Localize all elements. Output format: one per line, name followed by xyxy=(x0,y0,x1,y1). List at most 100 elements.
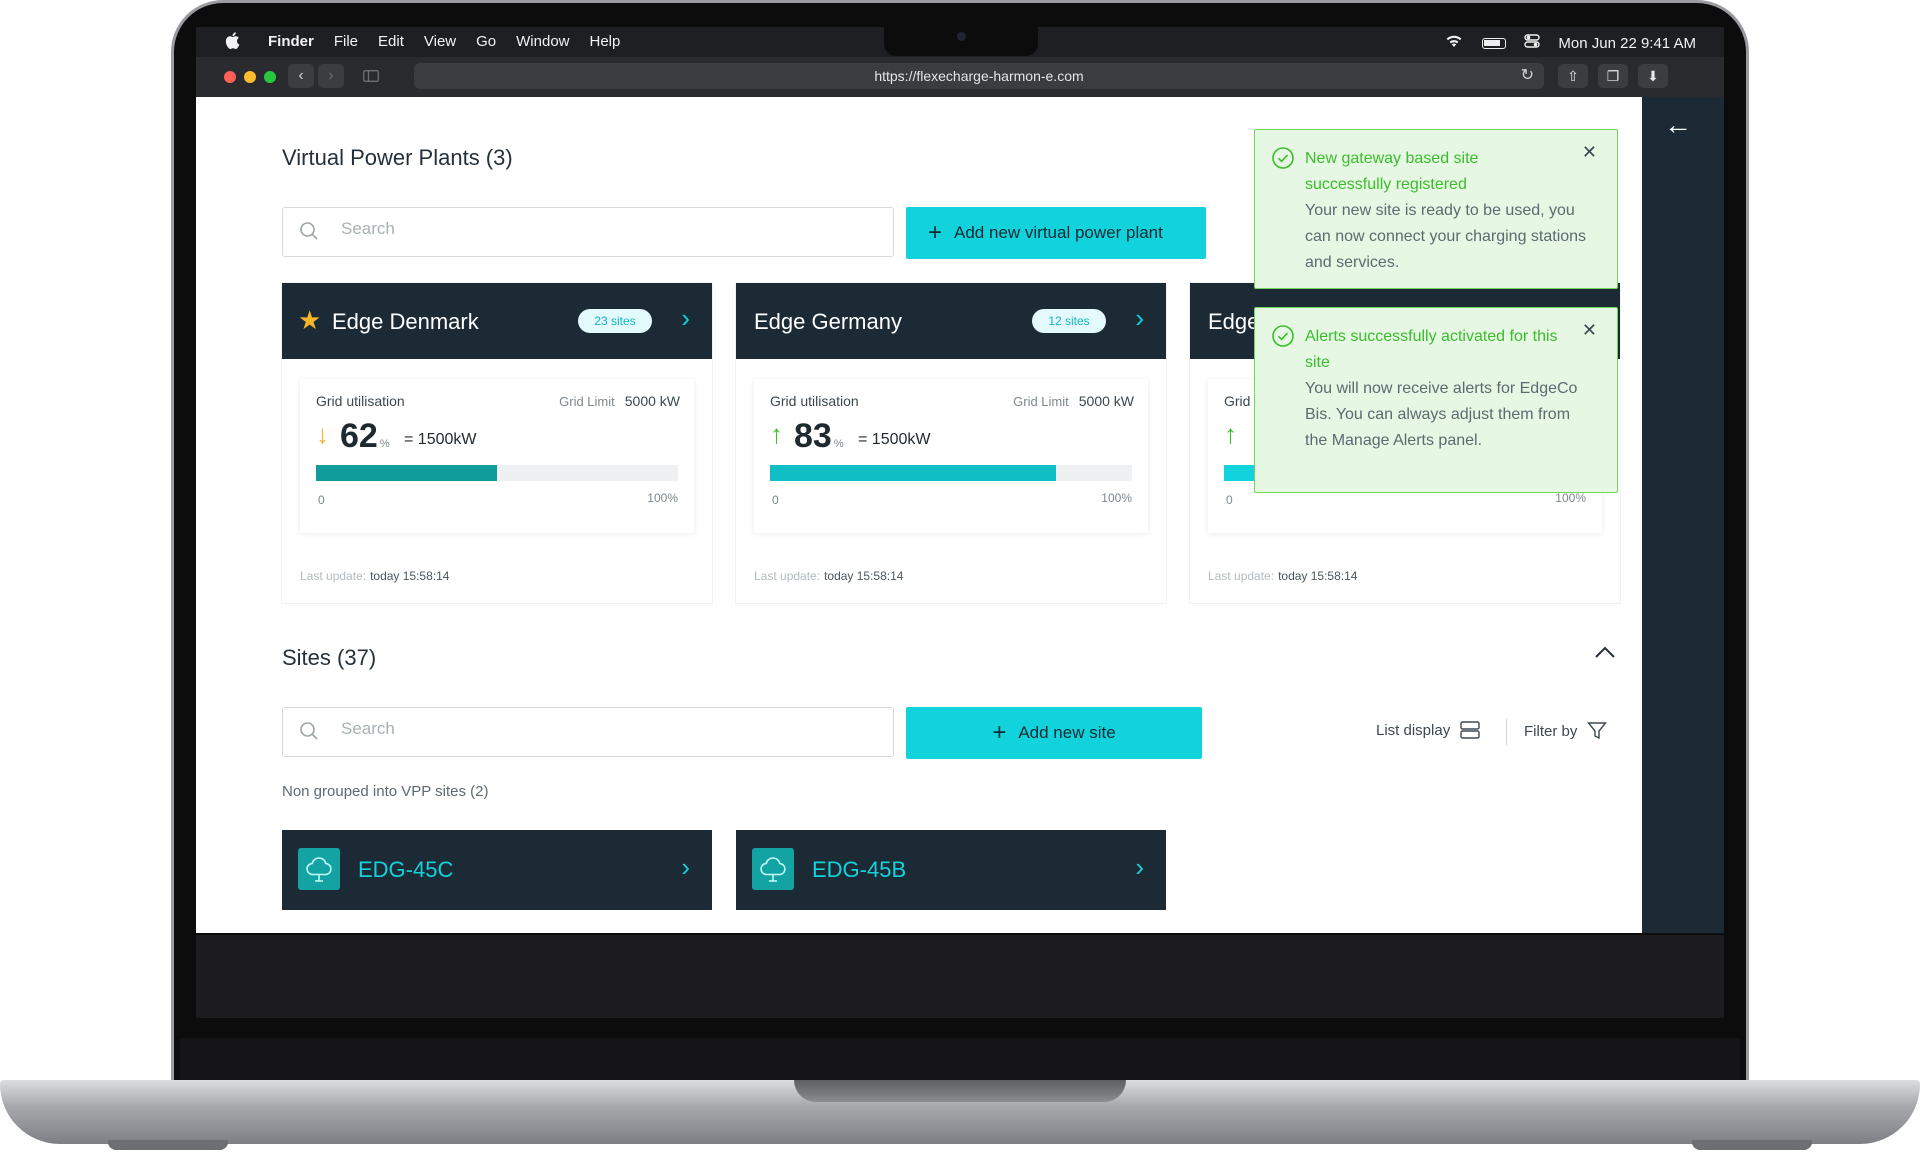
share-icon[interactable]: ⇧ xyxy=(1558,64,1588,88)
vpp-search-input[interactable] xyxy=(339,218,779,240)
filter-label: Filter by xyxy=(1524,722,1578,740)
arrow-down-icon: ↓ xyxy=(316,419,329,449)
laptop-foot xyxy=(108,1140,228,1150)
grid-limit-value: 5000 kW xyxy=(624,393,680,409)
grid-utilisation-label: Grid xyxy=(1224,393,1251,409)
toast-message: Your new site is ready to be used, you c… xyxy=(1305,202,1587,271)
download-icon[interactable]: ⬇ xyxy=(1638,64,1668,88)
laptop-hinge xyxy=(180,1038,1740,1082)
vpp-section-title: Virtual Power Plants (3) xyxy=(282,145,513,170)
sites-search[interactable] xyxy=(282,707,894,757)
site-icon xyxy=(752,848,794,890)
screen-bezel-bottom xyxy=(196,935,1724,1018)
vpp-search[interactable] xyxy=(282,207,894,257)
sites-search-input[interactable] xyxy=(339,718,779,740)
site-name: EDG-45B xyxy=(812,857,907,882)
filter-icon xyxy=(1587,722,1608,740)
url-text: https://flexecharge-harmon-e.com xyxy=(874,68,1084,84)
tabs-overview-icon[interactable]: ❐ xyxy=(1598,64,1628,88)
add-vpp-label: Add new virtual power plant xyxy=(954,223,1163,242)
chevron-right-icon[interactable]: › xyxy=(1135,303,1144,334)
right-panel-rail: ← xyxy=(1642,97,1724,933)
battery-icon[interactable] xyxy=(1482,37,1507,49)
camera-icon xyxy=(957,32,966,41)
utilisation-bar-fill xyxy=(316,465,497,481)
toast-title: New gateway based site successfully regi… xyxy=(1305,150,1479,193)
laptop-opening-notch xyxy=(794,1080,1126,1102)
grid-utilisation-label: Grid utilisation xyxy=(316,393,405,409)
check-circle-icon xyxy=(1272,147,1294,169)
utilisation-percent: 62% xyxy=(340,417,390,455)
plus-icon: + xyxy=(928,219,943,246)
non-grouped-label: Non grouped into VPP sites (2) xyxy=(282,783,489,800)
add-site-label: Add new site xyxy=(1018,723,1116,742)
vpp-name: Edge Denmark xyxy=(332,309,479,334)
menu-view[interactable]: View xyxy=(424,33,456,50)
address-bar[interactable]: https://flexecharge-harmon-e.com ↻ xyxy=(414,63,1544,89)
scale-min: 0 xyxy=(318,493,325,507)
chevron-right-icon[interactable]: › xyxy=(681,852,690,883)
back-nav-button[interactable]: ‹ xyxy=(288,64,314,88)
scale-max: 100% xyxy=(1555,491,1586,505)
vpp-card-header[interactable]: ★ Edge Denmark 23 sites › xyxy=(282,283,712,359)
grid-utilisation-panel: Grid utilisation Grid Limit 5000 kW ↑ 83%… xyxy=(754,379,1148,533)
list-icon xyxy=(1460,721,1480,739)
success-toast: New gateway based site successfully regi… xyxy=(1254,129,1618,289)
add-site-button[interactable]: + Add new site xyxy=(906,707,1202,759)
list-display-label: List display xyxy=(1376,721,1451,739)
scale-max: 100% xyxy=(1101,491,1132,505)
wifi-icon[interactable] xyxy=(1444,34,1464,52)
laptop-foot xyxy=(1692,1140,1812,1150)
vpp-name: Edge Germany xyxy=(754,309,902,334)
grid-utilisation-label: Grid utilisation xyxy=(770,393,859,409)
menu-finder[interactable]: Finder xyxy=(268,33,314,50)
menu-help[interactable]: Help xyxy=(590,33,621,50)
site-card[interactable]: EDG-45B › xyxy=(736,830,1166,910)
site-card[interactable]: EDG-45C › xyxy=(282,830,712,910)
reload-icon[interactable]: ↻ xyxy=(1521,63,1534,89)
grid-limit: Grid Limit 5000 kW xyxy=(1013,393,1134,409)
menu-file[interactable]: File xyxy=(334,33,358,50)
menu-window[interactable]: Window xyxy=(516,33,569,50)
add-vpp-button[interactable]: + Add new virtual power plant xyxy=(906,207,1206,259)
toast-title: Alerts successfully activated for this s… xyxy=(1305,328,1558,371)
search-icon xyxy=(300,722,318,740)
list-display-toggle[interactable]: List display xyxy=(1376,721,1480,739)
browser-toolbar: ‹ › https://flexecharge-harmon-e.com ↻ ⇧… xyxy=(196,57,1724,97)
toast-message: You will now receive alerts for EdgeCo B… xyxy=(1305,380,1578,449)
vpp-card[interactable]: Edge Germany 12 sites › Grid utilisation… xyxy=(736,283,1166,603)
sites-section-title: Sites (37) xyxy=(282,645,377,670)
camera-notch xyxy=(884,26,1038,56)
chevron-right-icon[interactable]: › xyxy=(1135,852,1144,883)
check-circle-icon xyxy=(1272,325,1294,347)
arrow-left-icon[interactable]: ← xyxy=(1664,109,1692,141)
sidebar-toggle-icon[interactable] xyxy=(358,64,384,88)
zoom-window-button[interactable] xyxy=(264,71,276,83)
site-icon xyxy=(298,848,340,890)
forward-nav-button[interactable]: › xyxy=(318,64,344,88)
scale-max: 100% xyxy=(647,491,678,505)
vpp-card[interactable]: ★ Edge Denmark 23 sites › Grid utilisati… xyxy=(282,283,712,603)
utilisation-bar-fill xyxy=(770,465,1056,481)
scale-min: 0 xyxy=(1226,493,1233,507)
chevron-up-icon[interactable] xyxy=(1594,645,1616,664)
menu-edit[interactable]: Edit xyxy=(378,33,404,50)
vpp-card-header[interactable]: Edge Germany 12 sites › xyxy=(736,283,1166,359)
control-center-icon[interactable] xyxy=(1524,33,1541,53)
menu-go[interactable]: Go xyxy=(476,33,496,50)
close-icon[interactable]: ✕ xyxy=(1582,320,1597,341)
vpp-name: Edge xyxy=(1208,309,1260,334)
arrow-up-icon: ↑ xyxy=(1224,419,1237,449)
last-update: Last update: today 15:58:14 xyxy=(300,569,450,583)
star-icon[interactable]: ★ xyxy=(298,305,321,336)
minimize-window-button[interactable] xyxy=(244,71,256,83)
app-screen: ← Virtual Power Plants (3) + Add new vir… xyxy=(196,97,1724,933)
success-toast: Alerts successfully activated for this s… xyxy=(1254,307,1618,493)
menubar-clock[interactable]: Mon Jun 22 9:41 AM xyxy=(1558,35,1696,52)
close-icon[interactable]: ✕ xyxy=(1582,142,1597,163)
utilisation-kw: = 1500kW xyxy=(858,431,931,448)
close-window-button[interactable] xyxy=(224,71,236,83)
filter-button[interactable]: Filter by xyxy=(1524,721,1608,741)
apple-icon[interactable] xyxy=(224,31,240,55)
chevron-right-icon[interactable]: › xyxy=(681,303,690,334)
